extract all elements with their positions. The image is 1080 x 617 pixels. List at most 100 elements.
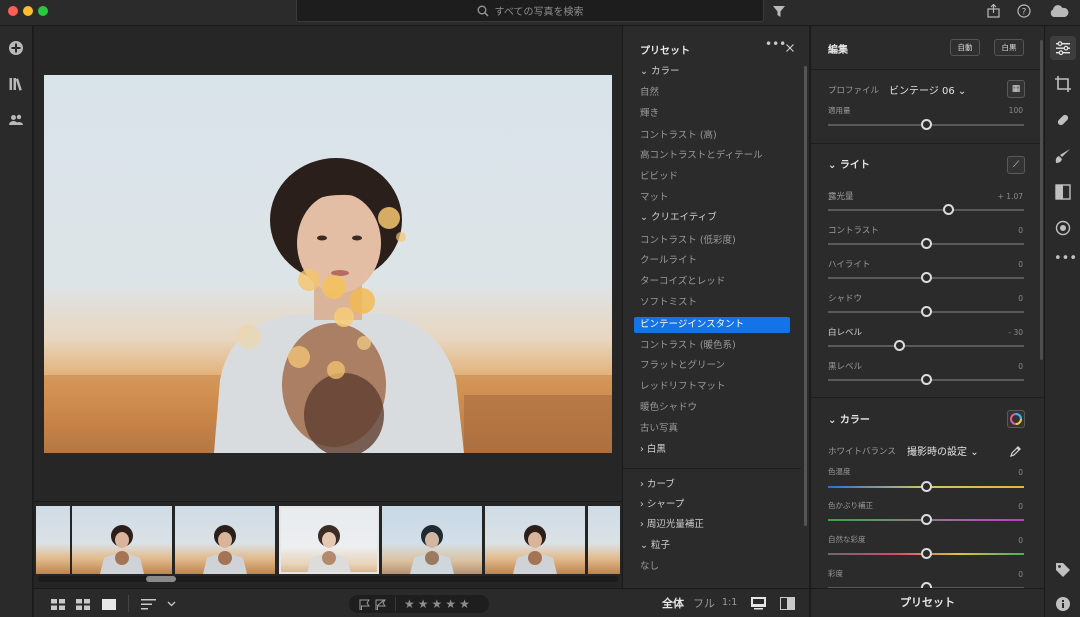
healing-brush-icon[interactable] bbox=[1054, 111, 1072, 129]
whites-slider[interactable] bbox=[828, 340, 1024, 351]
preset-item[interactable]: ターコイズとレッド bbox=[640, 274, 725, 290]
tone-curve-icon[interactable]: ⟋ bbox=[1007, 156, 1025, 174]
color-section-header[interactable]: ⌄ カラー bbox=[828, 411, 870, 426]
view-all-button[interactable]: 全体 bbox=[662, 595, 684, 611]
more-tools-icon[interactable]: ••• bbox=[1054, 250, 1077, 268]
main-photo[interactable] bbox=[44, 75, 612, 453]
preset-item[interactable]: 高コントラストとディテール bbox=[640, 148, 763, 164]
preset-item[interactable]: コントラスト (高) bbox=[640, 128, 717, 144]
amount-slider-knob[interactable] bbox=[921, 119, 932, 130]
square-grid-icon[interactable] bbox=[51, 599, 65, 610]
preset-item[interactable]: なし bbox=[640, 559, 659, 575]
preset-item[interactable]: ビビッド bbox=[640, 169, 678, 185]
presets-scrollbar[interactable] bbox=[804, 66, 807, 526]
share-icon[interactable] bbox=[987, 4, 1000, 18]
slider-knob[interactable] bbox=[921, 514, 932, 525]
help-icon[interactable]: ? bbox=[1017, 4, 1031, 18]
filmstrip-thumbnail[interactable] bbox=[36, 506, 70, 574]
people-icon[interactable] bbox=[8, 112, 24, 128]
preset-item[interactable]: マット bbox=[640, 190, 669, 206]
compare-view-icon[interactable] bbox=[751, 597, 766, 610]
slider-knob[interactable] bbox=[921, 272, 932, 283]
blacks-slider[interactable] bbox=[828, 374, 1024, 385]
filmstrip-thumbnail[interactable] bbox=[382, 506, 482, 574]
filmstrip-thumbnail[interactable] bbox=[588, 506, 620, 574]
color-mixer-icon[interactable] bbox=[1007, 410, 1025, 428]
eyedropper-icon[interactable] bbox=[1010, 445, 1022, 457]
library-icon[interactable] bbox=[8, 76, 24, 92]
vibrance-slider[interactable] bbox=[828, 548, 1024, 559]
profile-browser-icon[interactable]: ▦ bbox=[1007, 80, 1025, 98]
linear-gradient-icon[interactable] bbox=[1054, 183, 1072, 201]
slider-knob[interactable] bbox=[921, 238, 932, 249]
sort-icon[interactable] bbox=[141, 599, 157, 610]
preset-group-vignette[interactable]: › 周辺光量補正 bbox=[640, 517, 704, 533]
view-full-button[interactable]: フル bbox=[693, 595, 715, 611]
preset-item[interactable]: クールライト bbox=[640, 253, 697, 269]
preset-group-curve[interactable]: › カーブ bbox=[640, 477, 675, 493]
cloud-icon[interactable] bbox=[1049, 5, 1069, 18]
filmstrip-thumbnail[interactable] bbox=[72, 506, 172, 574]
preset-item[interactable]: コントラスト (暖色系) bbox=[640, 338, 736, 354]
light-section-header[interactable]: ⌄ ライト bbox=[828, 156, 870, 171]
tint-slider[interactable] bbox=[828, 514, 1024, 525]
filmstrip-thumbnail-selected[interactable] bbox=[279, 506, 379, 574]
edit-scrollbar[interactable] bbox=[1040, 40, 1043, 360]
star-icon[interactable]: ★ bbox=[459, 597, 470, 611]
slider-knob[interactable] bbox=[921, 306, 932, 317]
preset-group-sharpen[interactable]: › シャープ bbox=[640, 497, 684, 513]
chevron-down-icon[interactable] bbox=[167, 601, 176, 607]
preset-group-creative[interactable]: ⌄ クリエイティブ bbox=[640, 210, 717, 226]
preset-item-selected[interactable]: ビンテージインスタント bbox=[634, 317, 790, 333]
slider-knob[interactable] bbox=[921, 481, 932, 492]
filmstrip-thumbnail[interactable] bbox=[175, 506, 275, 574]
rating-bar[interactable]: ★ ★ ★ ★ ★ bbox=[349, 595, 489, 613]
presets-button[interactable]: プリセット bbox=[810, 588, 1044, 617]
info-icon[interactable] bbox=[1054, 595, 1072, 613]
split-view-icon[interactable] bbox=[780, 597, 795, 610]
minimize-window-button[interactable] bbox=[23, 6, 33, 16]
radial-gradient-icon[interactable] bbox=[1054, 219, 1072, 237]
slider-knob[interactable] bbox=[921, 548, 932, 559]
detail-view-icon[interactable] bbox=[102, 599, 116, 610]
preset-group-grain[interactable]: ⌄ 粒子 bbox=[640, 538, 670, 554]
brush-icon[interactable] bbox=[1054, 147, 1072, 165]
view-1to1-button[interactable]: 1:1 bbox=[722, 597, 737, 608]
preset-item[interactable]: フラットとグリーン bbox=[640, 358, 725, 374]
slider-knob[interactable] bbox=[893, 340, 905, 351]
amount-slider-track[interactable] bbox=[828, 119, 1024, 130]
star-icon[interactable]: ★ bbox=[445, 597, 456, 611]
preset-item[interactable]: 輝き bbox=[640, 106, 659, 122]
star-icon[interactable]: ★ bbox=[404, 597, 415, 611]
preset-item[interactable]: レッドリフトマット bbox=[640, 379, 726, 395]
flag-pick-icon[interactable] bbox=[359, 599, 371, 610]
close-icon[interactable] bbox=[786, 44, 794, 52]
close-window-button[interactable] bbox=[8, 6, 18, 16]
flag-reject-icon[interactable] bbox=[375, 599, 387, 610]
preset-item[interactable]: コントラスト (低彩度) bbox=[640, 233, 736, 249]
highlights-slider[interactable] bbox=[828, 272, 1024, 283]
contrast-slider[interactable] bbox=[828, 238, 1024, 249]
preset-group-bw[interactable]: › 白黒 bbox=[640, 442, 666, 458]
preset-item[interactable]: 暖色シャドウ bbox=[640, 400, 697, 416]
filmstrip-thumbnail[interactable] bbox=[485, 506, 585, 574]
temperature-slider[interactable] bbox=[828, 481, 1024, 492]
filter-icon[interactable] bbox=[773, 6, 785, 17]
filmstrip-scrollbar[interactable] bbox=[38, 576, 618, 582]
crop-icon[interactable] bbox=[1054, 75, 1072, 93]
search-input[interactable]: すべての写真を検索 bbox=[296, 0, 764, 22]
edit-sliders-icon[interactable] bbox=[1054, 39, 1072, 57]
preset-item[interactable]: 自然 bbox=[640, 85, 659, 101]
exposure-slider[interactable] bbox=[828, 204, 1024, 215]
filmstrip-scroll-thumb[interactable] bbox=[146, 576, 176, 582]
profile-dropdown[interactable]: ビンテージ 06 ⌄ bbox=[889, 82, 966, 97]
zoom-window-button[interactable] bbox=[38, 6, 48, 16]
star-icon[interactable]: ★ bbox=[418, 597, 429, 611]
star-icon[interactable]: ★ bbox=[432, 597, 443, 611]
slider-knob[interactable] bbox=[942, 204, 954, 215]
preset-item[interactable]: 古い写真 bbox=[640, 421, 678, 437]
preset-item[interactable]: ソフトミスト bbox=[640, 295, 697, 311]
wb-dropdown[interactable]: 撮影時の設定 ⌄ bbox=[907, 443, 979, 458]
photo-grid-icon[interactable] bbox=[76, 599, 90, 610]
tag-icon[interactable] bbox=[1054, 561, 1072, 579]
